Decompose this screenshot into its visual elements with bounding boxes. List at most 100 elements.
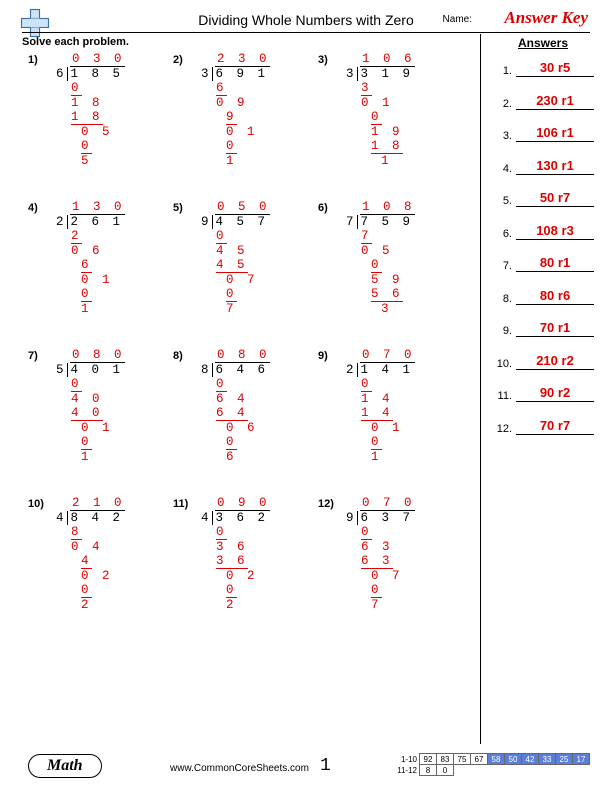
page-number: 1 <box>320 756 331 776</box>
work-step: 6 4 <box>216 392 248 406</box>
work-step: 1 <box>371 450 382 464</box>
work-step: 0 4 <box>71 540 103 554</box>
answer-value: 50 r7 <box>516 190 594 207</box>
divisor: 2 <box>346 363 357 377</box>
dividend: 2 6 1 <box>67 215 124 229</box>
quotient: 0 3 0 <box>70 52 125 67</box>
problem-cell: 10)2 1 048 4 280 440 202 <box>28 496 173 612</box>
quotient: 1 0 6 <box>360 52 415 67</box>
quotient: 0 8 0 <box>70 348 125 363</box>
problem-cell: 9)0 7 021 4 101 41 40 101 <box>318 348 463 464</box>
long-division-work: 1 0 877 5 970 505 95 63 <box>346 200 463 316</box>
work-step: 4 0 <box>71 406 103 421</box>
long-division-work: 0 9 043 6 203 63 60 202 <box>201 496 318 612</box>
dividend: 1 4 1 <box>357 363 414 377</box>
quotient: 0 7 0 <box>360 348 415 363</box>
dividend: 7 5 9 <box>357 215 414 229</box>
quotient: 0 9 0 <box>215 496 270 511</box>
work-step: 6 4 <box>216 406 248 421</box>
problem-cell: 2)2 3 036 9 160 990 101 <box>173 52 318 168</box>
divisor: 7 <box>346 215 357 229</box>
work-step: 6 <box>81 258 92 273</box>
problems-grid: 1)0 3 061 8 501 81 80 5052)2 3 036 9 160… <box>28 52 468 644</box>
score-cell: 58 <box>488 754 505 765</box>
answer-value: 108 r3 <box>516 223 594 240</box>
work-step: 5 6 <box>371 287 403 302</box>
dividend: 3 6 2 <box>212 511 269 525</box>
divisor: 8 <box>201 363 212 377</box>
work-step: 2 <box>81 598 92 612</box>
work-step: 1 <box>381 154 392 168</box>
header-rule <box>22 32 590 33</box>
answer-row: 7.80 r1 <box>494 255 594 272</box>
score-label: 11-12 <box>391 765 420 776</box>
problem-cell: 3)1 0 633 1 930 101 91 81 <box>318 52 463 168</box>
work-step: 3 <box>361 81 372 96</box>
dividend: 6 4 6 <box>212 363 269 377</box>
worksheet-page: Dividing Whole Numbers with Zero Name: A… <box>0 0 612 792</box>
problem-cell: 7)0 8 054 0 104 04 00 101 <box>28 348 173 464</box>
answer-value: 210 r2 <box>516 353 594 370</box>
problem-cell: 12)0 7 096 3 706 36 30 707 <box>318 496 463 612</box>
long-division-work: 1 3 022 6 120 660 101 <box>56 200 173 316</box>
problem-cell: 1)0 3 061 8 501 81 80 505 <box>28 52 173 168</box>
work-step: 2 <box>226 598 237 612</box>
work-step: 4 0 <box>71 392 103 406</box>
work-step: 3 <box>381 302 392 316</box>
divisor: 2 <box>56 215 67 229</box>
work-step: 0 <box>81 287 92 302</box>
answer-row: 3.106 r1 <box>494 125 594 142</box>
work-step: 1 <box>226 154 237 168</box>
work-step: 2 <box>71 229 82 244</box>
problem-cell: 5)0 5 094 5 704 54 50 707 <box>173 200 318 316</box>
answer-value: 30 r5 <box>516 60 594 77</box>
work-step: 0 <box>226 583 237 598</box>
answer-number: 9. <box>494 325 512 337</box>
work-step: 0 <box>371 583 382 598</box>
work-step: 0 1 <box>81 421 113 435</box>
problem-cell: 4)1 3 022 6 120 660 101 <box>28 200 173 316</box>
name-label: Name: <box>443 14 472 25</box>
work-step: 0 5 <box>81 125 113 139</box>
quotient: 1 3 0 <box>70 200 125 215</box>
long-division-work: 0 8 086 4 606 46 40 606 <box>201 348 318 464</box>
work-step: 0 <box>226 287 237 302</box>
problem-number: 5) <box>173 202 183 214</box>
answer-value: 106 r1 <box>516 125 594 142</box>
score-cell: 17 <box>573 754 590 765</box>
score-cell: 0 <box>437 765 454 776</box>
problem-number: 4) <box>28 202 38 214</box>
answer-value: 70 r1 <box>516 320 594 337</box>
work-step: 0 1 <box>361 96 393 110</box>
answer-row: 9. 70 r1 <box>494 320 594 337</box>
problem-number: 8) <box>173 350 183 362</box>
answer-row: 10.210 r2 <box>494 353 594 370</box>
work-step: 0 <box>216 377 227 392</box>
answer-number: 5. <box>494 195 512 207</box>
work-step: 0 <box>71 377 82 392</box>
dividend: 6 9 1 <box>212 67 269 81</box>
work-step: 0 <box>226 435 237 450</box>
work-step: 5 <box>81 154 92 168</box>
divisor: 5 <box>56 363 67 377</box>
work-step: 6 <box>226 450 237 464</box>
answer-value: 80 r6 <box>516 288 594 305</box>
dividend: 6 3 7 <box>357 511 414 525</box>
site-url: www.CommonCoreSheets.com <box>170 763 309 774</box>
answer-value: 230 r1 <box>516 93 594 110</box>
divisor: 9 <box>346 511 357 525</box>
work-step: 0 <box>71 81 82 96</box>
answer-row: 5. 50 r7 <box>494 190 594 207</box>
answer-row: 1.30 r5 <box>494 60 594 77</box>
work-step: 6 <box>216 81 227 96</box>
work-step: 0 9 <box>216 96 248 110</box>
work-step: 3 6 <box>216 540 248 554</box>
divisor: 4 <box>56 511 67 525</box>
divisor: 3 <box>346 67 357 81</box>
problem-number: 2) <box>173 54 183 66</box>
work-step: 7 <box>361 229 372 244</box>
work-step: 3 6 <box>216 554 248 569</box>
score-label: 1-10 <box>391 754 420 765</box>
quotient: 2 1 0 <box>70 496 125 511</box>
work-step: 1 <box>81 302 92 316</box>
